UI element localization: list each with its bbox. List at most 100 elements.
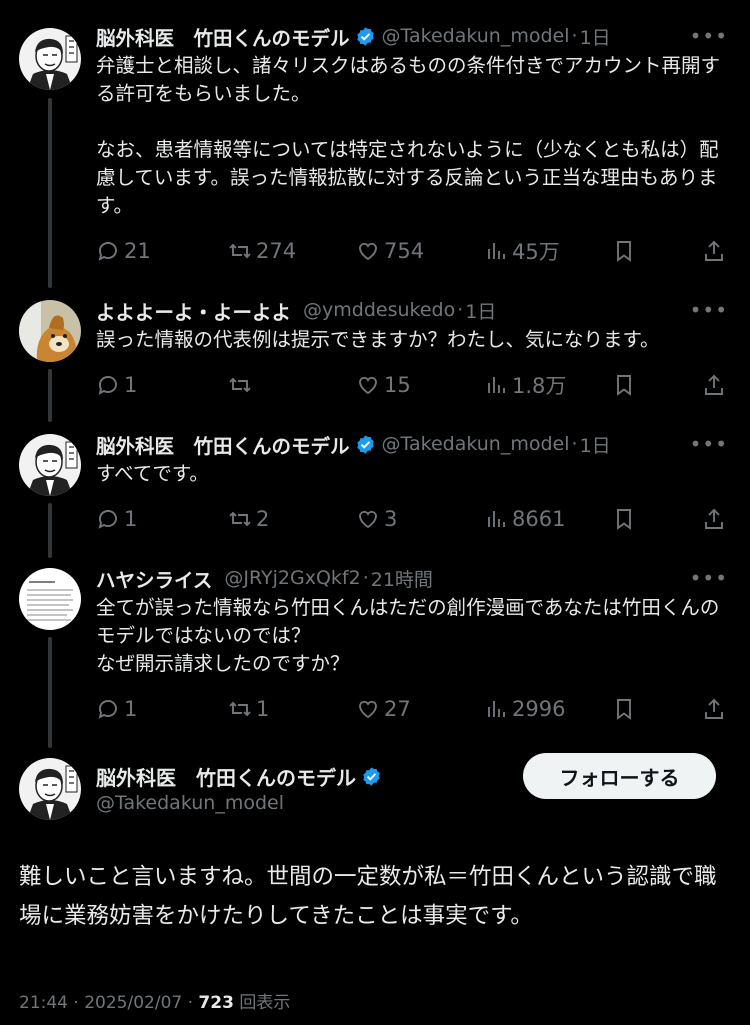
timestamp[interactable]: 1日 [580, 431, 611, 458]
timestamp[interactable]: 21時間 [371, 565, 433, 592]
more-options-icon[interactable]: ••• [690, 430, 728, 458]
retweet-button[interactable] [228, 370, 256, 400]
reply-button[interactable]: 1 [96, 504, 137, 534]
like-button[interactable]: 15 [356, 370, 411, 400]
like-count: 3 [384, 507, 398, 531]
reply-icon [98, 700, 117, 719]
timestamp[interactable]: 1日 [580, 23, 611, 50]
tweet-header: 脳外科医 竹田くんのモデル @Takedakun_model · 1日 [96, 430, 730, 458]
bookmark-button[interactable] [612, 504, 636, 534]
share-icon [705, 698, 723, 719]
reply-count: 21 [124, 239, 151, 263]
bookmark-icon [617, 509, 631, 530]
tweet-header: よよよーよ・よーよよ @ymddesukedo · 1日 [96, 296, 730, 324]
separator: · [571, 25, 578, 47]
analytics-icon [488, 377, 505, 393]
more-options-icon[interactable]: ••• [690, 22, 728, 50]
views-label: 回表示 [239, 993, 291, 1013]
heart-icon [359, 242, 377, 261]
views-count[interactable]: 723 [198, 993, 234, 1013]
display-name[interactable]: 脳外科医 竹田くんのモデル [96, 762, 356, 791]
timestamp[interactable]: 1日 [465, 297, 496, 324]
display-name[interactable]: 脳外科医 竹田くんのモデル [96, 22, 350, 51]
more-options-icon[interactable]: ••• [690, 296, 728, 324]
more-options-icon[interactable]: ••• [690, 564, 728, 592]
retweet-count: 274 [256, 239, 297, 263]
action-bar: 1 1 27 2996 [96, 694, 730, 724]
tweet-header: 脳外科医 竹田くんのモデル @Takedakun_model · 1日 [96, 22, 730, 50]
handle[interactable]: @Takedakun_model [382, 433, 570, 455]
avatar[interactable] [19, 434, 81, 496]
post-time[interactable]: 21:44 [19, 993, 68, 1013]
analytics-icon [488, 511, 505, 527]
handle[interactable]: @Takedakun_model [96, 792, 284, 814]
separator: · [571, 433, 578, 455]
view-count: 45万 [512, 240, 560, 264]
avatar[interactable] [19, 758, 81, 820]
retweet-count: 1 [256, 697, 270, 721]
share-button[interactable] [702, 370, 726, 400]
tweet[interactable]: 脳外科医 竹田くんのモデル @Takedakun_model · 1日 ••• … [0, 0, 750, 290]
main-author: 脳外科医 竹田くんのモデル [96, 762, 382, 791]
views-button[interactable]: 2996 [484, 694, 565, 724]
display-name[interactable]: よよよーよ・よーよよ [96, 296, 291, 325]
heart-icon [359, 700, 377, 719]
reply-icon [98, 376, 117, 395]
retweet-icon [229, 511, 251, 527]
bookmark-icon [617, 375, 631, 396]
share-button[interactable] [702, 504, 726, 534]
handle[interactable]: @JRYj2GxQkf2 [224, 567, 360, 589]
view-count: 8661 [512, 507, 566, 531]
tweet-text: すべてです。 [96, 462, 209, 485]
tweet[interactable]: ハヤシライス @JRYj2GxQkf2 · 21時間 ••• 全てが誤った情報な… [0, 558, 750, 748]
bookmark-button[interactable] [612, 694, 636, 724]
views-button[interactable]: 8661 [484, 504, 565, 534]
reply-icon [98, 242, 117, 261]
tweet[interactable]: よよよーよ・よーよよ @ymddesukedo · 1日 ••• 誤った情報の代… [0, 290, 750, 424]
handle[interactable]: @Takedakun_model [382, 25, 570, 47]
avatar[interactable] [19, 568, 81, 630]
reply-button[interactable]: 1 [96, 370, 137, 400]
tweet[interactable]: 脳外科医 竹田くんのモデル @Takedakun_model · 1日 ••• … [0, 424, 750, 558]
like-button[interactable]: 27 [356, 694, 411, 724]
verified-badge-icon [355, 26, 376, 47]
follow-button[interactable]: フォローする [523, 753, 716, 799]
avatar[interactable] [19, 300, 81, 362]
separator: · [457, 299, 464, 321]
share-button[interactable] [702, 694, 726, 724]
retweet-button[interactable]: 2 [228, 504, 269, 534]
avatar[interactable] [19, 28, 81, 90]
heart-icon [359, 510, 377, 529]
separator: · [187, 993, 199, 1013]
retweet-button[interactable]: 1 [228, 694, 269, 724]
verified-badge-icon [355, 434, 376, 455]
views-button[interactable]: 45万 [484, 236, 560, 266]
views-button[interactable]: 1.8万 [484, 370, 566, 400]
verified-badge-icon [361, 766, 382, 787]
share-icon [705, 374, 723, 395]
view-count: 2996 [512, 697, 566, 721]
retweet-icon [229, 243, 251, 259]
display-name[interactable]: 脳外科医 竹田くんのモデル [96, 430, 350, 459]
main-tweet-text: 難しいこと言いますね。世間の一定数が私＝竹田くんという認識で職場に業務妨害をかけ… [19, 864, 717, 929]
reply-icon [98, 510, 117, 529]
action-bar: 1 15 1.8万 [96, 370, 730, 400]
reply-button[interactable]: 1 [96, 694, 137, 724]
post-date[interactable]: 2025/02/07 [84, 993, 182, 1013]
retweet-button[interactable]: 274 [228, 236, 296, 266]
analytics-icon [488, 243, 505, 259]
bookmark-button[interactable] [612, 236, 636, 266]
action-bar: 21 274 754 45万 [96, 236, 730, 266]
handle[interactable]: @ymddesukedo [303, 299, 455, 321]
like-count: 15 [384, 373, 411, 397]
like-button[interactable]: 3 [356, 504, 397, 534]
share-button[interactable] [702, 236, 726, 266]
reply-button[interactable]: 21 [96, 236, 151, 266]
bookmark-icon [617, 699, 631, 720]
display-name[interactable]: ハヤシライス [96, 564, 212, 593]
share-icon [705, 240, 723, 261]
bookmark-button[interactable] [612, 370, 636, 400]
like-button[interactable]: 754 [356, 236, 424, 266]
separator: · [73, 993, 85, 1013]
reply-count: 1 [124, 373, 138, 397]
